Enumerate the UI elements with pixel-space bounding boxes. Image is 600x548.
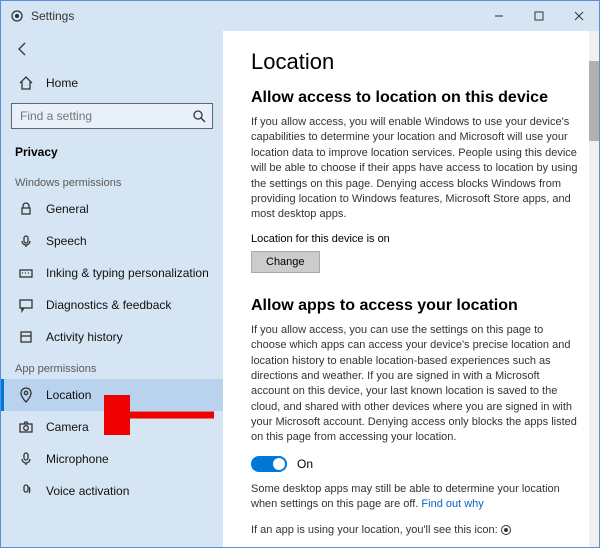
sidebar-group-app: App permissions	[1, 353, 223, 379]
close-button[interactable]	[559, 1, 599, 31]
toggle-label: On	[297, 457, 313, 471]
location-icon	[18, 387, 34, 403]
find-out-why-link[interactable]: Find out why	[421, 498, 483, 510]
sidebar-item-inking[interactable]: Inking & typing personalization	[1, 257, 223, 289]
sidebar-item-label: Voice activation	[46, 484, 129, 498]
sidebar-item-label: Activity history	[46, 330, 123, 344]
history-icon	[18, 329, 34, 345]
sidebar-item-speech[interactable]: Speech	[1, 225, 223, 257]
sidebar-item-activity[interactable]: Activity history	[1, 321, 223, 353]
sidebar-group-windows: Windows permissions	[1, 167, 223, 193]
search-box[interactable]	[11, 103, 213, 129]
sidebar-item-diagnostics[interactable]: Diagnostics & feedback	[1, 289, 223, 321]
section-body-apps: If you allow access, you can use the set…	[251, 323, 581, 446]
minimize-button[interactable]	[479, 1, 519, 31]
sidebar-item-label: Camera	[46, 420, 89, 434]
sidebar-item-label: Microphone	[46, 452, 109, 466]
sidebar: Home Privacy Windows permissions General…	[1, 31, 223, 547]
location-in-use-icon	[501, 525, 511, 535]
home-icon	[18, 75, 34, 91]
camera-icon	[18, 419, 34, 435]
toggle-knob	[273, 458, 285, 470]
sidebar-item-microphone[interactable]: Microphone	[1, 443, 223, 475]
app-icon	[9, 8, 25, 24]
desktop-apps-note: Some desktop apps may still be able to d…	[251, 482, 581, 513]
using-location-note: If an app is using your location, you'll…	[251, 523, 581, 538]
sidebar-item-location[interactable]: Location	[1, 379, 223, 411]
sidebar-item-label: Diagnostics & feedback	[46, 298, 171, 312]
device-status: Location for this device is on	[251, 233, 581, 245]
sidebar-item-voice[interactable]: Voice activation	[1, 475, 223, 507]
location-toggle[interactable]: On	[251, 456, 581, 472]
sidebar-item-camera[interactable]: Camera	[1, 411, 223, 443]
sidebar-item-label: Inking & typing personalization	[46, 266, 209, 280]
change-button[interactable]: Change	[251, 251, 320, 273]
section-heading-apps: Allow apps to access your location	[251, 297, 581, 315]
sidebar-item-label: Location	[46, 388, 91, 402]
sidebar-item-general[interactable]: General	[1, 193, 223, 225]
keyboard-icon	[18, 265, 34, 281]
settings-window: Settings Home	[0, 0, 600, 548]
search-input[interactable]	[11, 103, 213, 129]
toggle-track[interactable]	[251, 456, 287, 472]
microphone-icon	[18, 451, 34, 467]
speech-icon	[18, 233, 34, 249]
scrollbar[interactable]	[589, 31, 599, 547]
sidebar-section-title: Privacy	[1, 139, 223, 167]
main-content: Location Allow access to location on thi…	[223, 31, 599, 547]
window-title: Settings	[31, 9, 74, 23]
back-arrow-icon[interactable]	[15, 41, 31, 57]
maximize-button[interactable]	[519, 1, 559, 31]
search-icon	[191, 108, 207, 124]
page-title: Location	[251, 49, 581, 75]
section-body-device: If you allow access, you will enable Win…	[251, 115, 581, 223]
section-heading-device: Allow access to location on this device	[251, 89, 581, 107]
sidebar-item-home[interactable]: Home	[1, 67, 223, 99]
sidebar-item-label: Home	[46, 76, 78, 90]
feedback-icon	[18, 297, 34, 313]
sidebar-item-label: General	[46, 202, 89, 216]
scroll-thumb[interactable]	[589, 61, 599, 141]
lock-icon	[18, 201, 34, 217]
voice-icon	[18, 483, 34, 499]
sidebar-item-label: Speech	[46, 234, 87, 248]
title-bar: Settings	[1, 1, 599, 31]
